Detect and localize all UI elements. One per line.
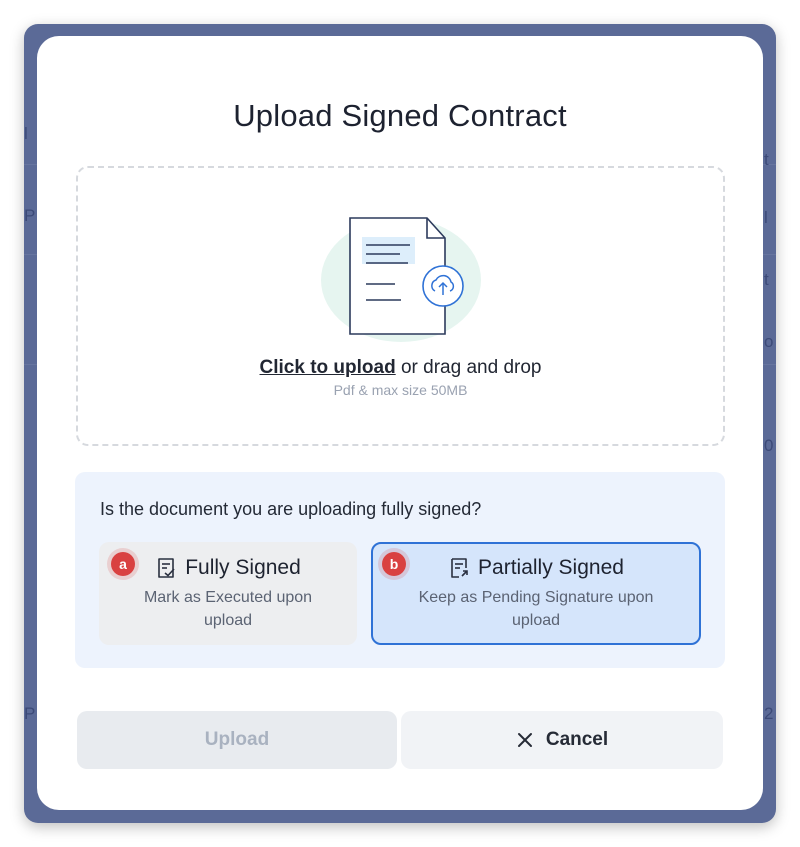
signed-status-panel: Is the document you are uploading fully … xyxy=(75,472,725,668)
partially-signed-label: Partially Signed xyxy=(478,556,624,579)
fully-signed-description: Mark as Executed upon upload xyxy=(143,589,313,629)
upload-button[interactable]: Upload xyxy=(77,711,397,769)
drag-drop-text: or drag and drop xyxy=(395,357,542,378)
background-fragment: l xyxy=(764,208,768,227)
background-fragment: P xyxy=(24,206,36,225)
partially-signed-description: Keep as Pending Signature upon upload xyxy=(418,589,654,629)
upload-contract-dialog: Upload Signed Contract Click to upload o… xyxy=(37,36,763,810)
background-fragment: 2 xyxy=(764,704,774,723)
dropzone-instructions: Click to upload or drag and drop xyxy=(78,357,723,379)
upload-button-label: Upload xyxy=(204,729,270,750)
background-fragment: P xyxy=(24,704,36,723)
document-upload-illustration xyxy=(321,217,481,342)
background-fragment: l xyxy=(24,124,28,143)
signed-question-text: Is the document you are uploading fully … xyxy=(100,499,482,519)
annotation-badge-a: a xyxy=(111,552,135,576)
file-dropzone[interactable]: Click to upload or drag and drop Pdf & m… xyxy=(76,166,725,446)
dialog-title: Upload Signed Contract xyxy=(233,98,567,133)
fully-signed-option[interactable]: a Fully Signed Mark as Executed upon upl… xyxy=(99,542,357,645)
annotation-badge-b: b xyxy=(382,552,406,576)
background-fragment: t xyxy=(764,150,769,169)
file-size-hint: Pdf & max size 50MB xyxy=(333,382,468,398)
partially-signed-option[interactable]: b Partially Signed Keep as Pending Signa… xyxy=(371,542,701,645)
cancel-button-label: Cancel xyxy=(545,729,609,750)
background-fragment: o xyxy=(764,332,774,351)
background-fragment: 0 xyxy=(764,436,774,455)
close-icon xyxy=(517,733,532,747)
click-to-upload-link[interactable]: Click to upload xyxy=(260,357,396,378)
cloud-upload-icon xyxy=(422,265,464,307)
cancel-button[interactable]: Cancel xyxy=(401,711,723,769)
fully-signed-label: Fully Signed xyxy=(185,556,301,579)
document-pending-icon xyxy=(451,558,468,578)
document-check-icon xyxy=(158,558,175,578)
background-fragment: t xyxy=(764,270,769,289)
